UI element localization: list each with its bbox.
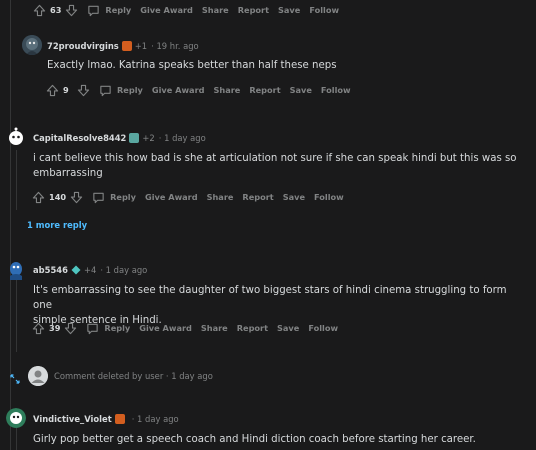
upvote-icon <box>46 84 59 96</box>
comment-text: Exactly lmao. Katrina speaks better than… <box>47 60 337 71</box>
timestamp[interactable]: · 1 day ago <box>100 265 147 275</box>
reply-button[interactable]: Reply <box>99 84 143 97</box>
username[interactable]: Vindictive_Violet <box>33 414 112 424</box>
deleted-comment-notice: Comment deleted by user · 1 day ago <box>54 371 213 381</box>
downvote-button[interactable] <box>65 4 78 17</box>
upvote-button[interactable] <box>33 4 46 17</box>
comment-actions: 9 Reply Give Award Share Report Save Fol… <box>46 81 351 99</box>
thread-line[interactable] <box>16 280 17 352</box>
timestamp[interactable]: · 1 day ago <box>132 414 179 424</box>
comment-actions: 140 Reply Give Award Share Report Save F… <box>32 188 344 206</box>
report-button[interactable]: Report <box>249 85 280 95</box>
upvote-button[interactable] <box>46 84 59 97</box>
avatar[interactable] <box>6 256 26 280</box>
report-button[interactable]: Report <box>238 5 269 15</box>
save-button[interactable]: Save <box>283 192 305 202</box>
comment-bubble-icon <box>100 85 111 96</box>
timestamp[interactable]: · 1 day ago <box>159 133 206 143</box>
save-button[interactable]: Save <box>290 85 312 95</box>
deleted-user-avatar <box>28 366 48 386</box>
diamond-icon <box>71 265 81 275</box>
comment-meta: Vindictive_Violet · 1 day ago <box>33 414 179 424</box>
vote-score: 63 <box>50 5 62 15</box>
downvote-icon <box>65 322 77 334</box>
reply-button[interactable]: Reply <box>86 322 130 335</box>
follow-button[interactable]: Follow <box>321 85 351 95</box>
comment-text: Girly pop better get a speech coach and … <box>33 434 476 445</box>
vote-score: 9 <box>63 85 69 95</box>
follow-button[interactable]: Follow <box>314 192 344 202</box>
downvote-button[interactable] <box>64 322 77 335</box>
comment-text-line: It's embarrassing to see the daughter of… <box>33 285 507 311</box>
follow-button[interactable]: Follow <box>309 5 339 15</box>
snoo-avatar-icon <box>9 127 23 145</box>
karma: +2 <box>142 133 155 143</box>
more-replies-link[interactable]: 1 more reply <box>27 220 87 230</box>
snoo-avatar-icon <box>6 408 26 428</box>
thread-line[interactable] <box>16 426 17 450</box>
downvote-icon <box>70 191 83 203</box>
comment-text: i cant believe this how bad is she at ar… <box>33 151 528 181</box>
expand-icon[interactable] <box>9 370 21 389</box>
comment-text-line: i cant believe this how bad is she at ar… <box>33 153 517 164</box>
save-button[interactable]: Save <box>278 5 300 15</box>
karma: +4 <box>83 265 97 275</box>
comment-meta: ab5546 +4 · 1 day ago <box>33 265 147 275</box>
report-button[interactable]: Report <box>237 323 268 333</box>
downvote-button[interactable] <box>77 84 90 97</box>
comment-actions: 63 Reply Give Award Share Report Save Fo… <box>33 1 339 19</box>
comment-bubble-icon <box>88 5 100 16</box>
username[interactable]: ab5546 <box>33 265 68 275</box>
report-button[interactable]: Report <box>242 192 273 202</box>
give-award-button[interactable]: Give Award <box>152 85 205 95</box>
comment-meta: 72proudvirgins +1 · 19 hr. ago <box>47 41 199 51</box>
reply-label: Reply <box>117 85 143 95</box>
upvote-icon <box>32 191 45 203</box>
snoo-avatar-icon <box>22 35 42 55</box>
reply-label: Reply <box>110 192 136 202</box>
flair-icon <box>114 414 125 424</box>
comment-meta: CapitalResolve8442 +2 · 1 day ago <box>33 133 206 143</box>
reply-label: Reply <box>105 5 132 15</box>
username[interactable]: CapitalResolve8442 <box>33 133 126 143</box>
flair-icon <box>129 133 140 143</box>
karma: +1 <box>134 41 148 51</box>
user-silhouette-icon <box>28 366 48 386</box>
avatar[interactable] <box>6 408 26 428</box>
snoo-avatar-icon <box>10 262 22 280</box>
reply-button[interactable]: Reply <box>87 4 131 17</box>
downvote-button[interactable] <box>70 191 83 204</box>
flair-icon <box>121 41 132 51</box>
upvote-button[interactable] <box>32 191 45 204</box>
comment-bubble-icon <box>87 323 99 334</box>
share-button[interactable]: Share <box>201 323 228 333</box>
upvote-icon <box>32 322 45 334</box>
share-button[interactable]: Share <box>202 5 229 15</box>
share-button[interactable]: Share <box>213 85 240 95</box>
follow-button[interactable]: Follow <box>308 323 338 333</box>
upvote-icon <box>33 4 46 16</box>
comment-text-line: embarrassing <box>33 168 103 179</box>
save-button[interactable]: Save <box>277 323 299 333</box>
reply-label: Reply <box>104 323 131 333</box>
give-award-button[interactable]: Give Award <box>140 5 193 15</box>
avatar[interactable] <box>22 35 42 55</box>
vote-score: 39 <box>49 323 61 333</box>
comment-bubble-icon <box>93 192 104 203</box>
reply-button[interactable]: Reply <box>92 191 136 204</box>
vote-score: 140 <box>49 192 67 202</box>
give-award-button[interactable]: Give Award <box>145 192 198 202</box>
avatar[interactable] <box>6 126 26 148</box>
username[interactable]: 72proudvirgins <box>47 41 119 51</box>
comment-actions: 39 Reply Give Award Share Report Save Fo… <box>32 319 338 337</box>
downvote-icon <box>77 84 90 96</box>
downvote-icon <box>66 4 78 16</box>
give-award-button[interactable]: Give Award <box>139 323 192 333</box>
timestamp[interactable]: · 19 hr. ago <box>151 41 199 51</box>
thread-line[interactable] <box>16 150 17 210</box>
upvote-button[interactable] <box>32 322 45 335</box>
share-button[interactable]: Share <box>207 192 234 202</box>
